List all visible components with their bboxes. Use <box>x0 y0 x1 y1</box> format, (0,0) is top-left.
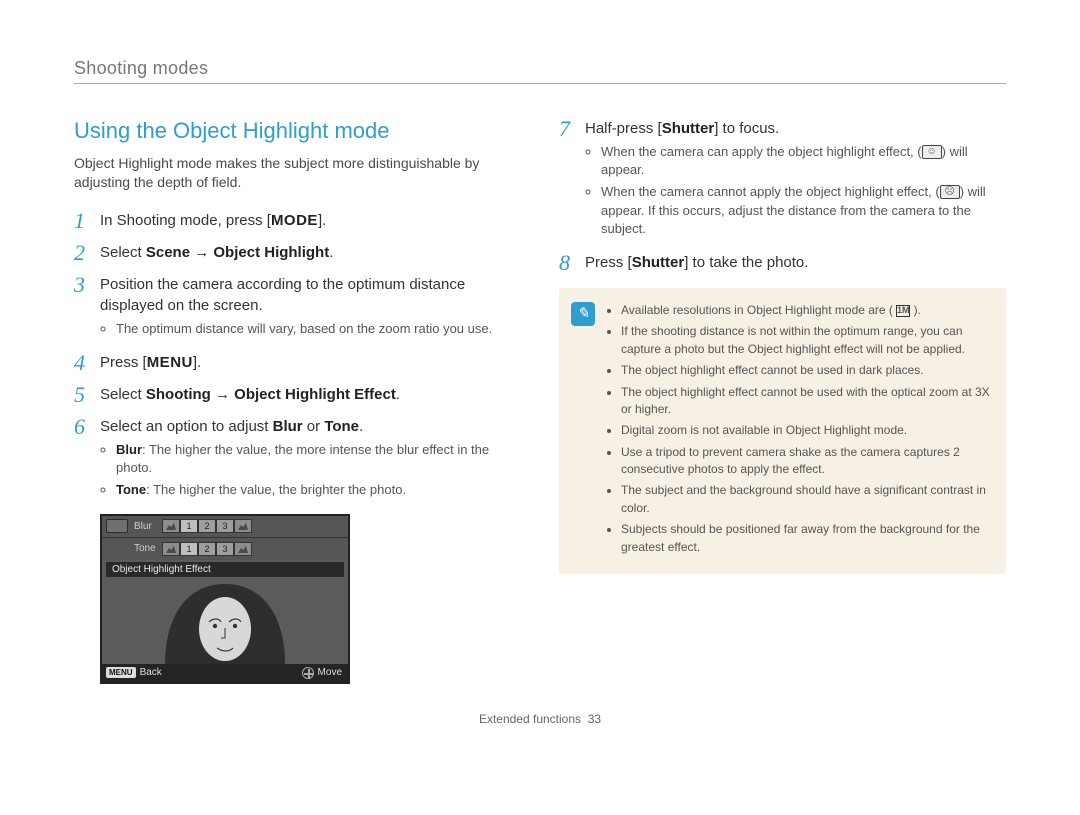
dpad-icon <box>302 667 314 679</box>
note-item: The subject and the background should ha… <box>621 482 992 517</box>
page-footer: Extended functions 33 <box>74 712 1006 726</box>
effect-overlay-label: Object Highlight Effect <box>106 562 344 577</box>
blur-preview-high-icon <box>234 519 252 533</box>
camera-screen-illustration: Blur 1 2 3 Tone 1 2 <box>100 514 350 684</box>
note-item: Digital zoom is not available in Object … <box>621 422 992 439</box>
blur-preview-low-icon <box>162 519 180 533</box>
step-number: 2 <box>74 242 100 264</box>
step-4: Press [MENU]. <box>100 352 521 373</box>
note-item: Available resolutions in Object Highligh… <box>621 302 992 319</box>
step-2: Select Scene → Object Highlight. <box>100 242 521 263</box>
highlight-fail-icon: ☹ <box>940 185 960 199</box>
back-chip: MENU <box>106 667 136 678</box>
chapter-heading: Shooting modes <box>74 58 1006 84</box>
blur-tick-1: 1 <box>180 519 198 533</box>
blur-tick-3: 3 <box>216 519 234 533</box>
tone-tick-2: 2 <box>198 542 216 556</box>
step-3-sub: The optimum distance will vary, based on… <box>116 320 521 338</box>
tone-preview-high-icon <box>234 542 252 556</box>
mode-button-label: MODE <box>271 212 318 229</box>
step-number: 5 <box>74 384 100 406</box>
section-title: Using the Object Highlight mode <box>74 118 521 144</box>
back-label: Back <box>140 667 162 678</box>
blur-row-label: Blur <box>134 521 160 532</box>
step-number: 7 <box>559 118 585 140</box>
step-7: Half-press [Shutter] to focus. When the … <box>585 118 1006 242</box>
blur-slider: 1 2 3 <box>162 519 252 533</box>
step-number: 4 <box>74 352 100 374</box>
tone-preview-low-icon <box>162 542 180 556</box>
move-label: Move <box>318 667 342 678</box>
step-8: Press [Shutter] to take the photo. <box>585 252 1006 273</box>
note-item: Use a tripod to prevent camera shake as … <box>621 444 992 479</box>
note-icon: ✎ <box>571 302 595 326</box>
blur-tick-2: 2 <box>198 519 216 533</box>
camera-preview <box>102 579 348 664</box>
step-number: 8 <box>559 252 585 274</box>
tone-row-label: Tone <box>134 543 160 554</box>
tone-tick-1: 1 <box>180 542 198 556</box>
highlight-ok-icon: ☺ <box>922 145 942 159</box>
note-item: The object highlight effect cannot be us… <box>621 362 992 379</box>
step-6-tone-def: Tone: The higher the value, the brighter… <box>116 481 521 499</box>
note-item: If the shooting distance is not within t… <box>621 323 992 358</box>
step-number: 1 <box>74 210 100 232</box>
step-1: In Shooting mode, press [MODE]. <box>100 210 521 231</box>
note-item: Subjects should be positioned far away f… <box>621 521 992 556</box>
note-item: The object highlight effect cannot be us… <box>621 384 992 419</box>
step-6-blur-def: Blur: The higher the value, the more int… <box>116 441 521 477</box>
mode-chip-icon <box>106 519 128 533</box>
step-3: Position the camera according to the opt… <box>100 274 521 342</box>
step-7-sub-fail: When the camera cannot apply the object … <box>601 183 1006 238</box>
note-box: ✎ Available resolutions in Object Highli… <box>559 288 1006 574</box>
tone-tick-3: 3 <box>216 542 234 556</box>
tone-slider: 1 2 3 <box>162 542 252 556</box>
step-number: 6 <box>74 416 100 438</box>
section-intro: Object Highlight mode makes the subject … <box>74 154 521 192</box>
step-6: Select an option to adjust Blur or Tone.… <box>100 416 521 504</box>
right-column: 7 Half-press [Shutter] to focus. When th… <box>559 118 1006 684</box>
left-column: Using the Object Highlight mode Object H… <box>74 118 521 684</box>
resolution-1m-icon: 1M <box>896 305 910 317</box>
step-5: Select Shooting → Object Highlight Effec… <box>100 384 521 405</box>
menu-button-label: MENU <box>147 354 193 371</box>
step-number: 3 <box>74 274 100 296</box>
step-7-sub-ok: When the camera can apply the object hig… <box>601 143 1006 179</box>
